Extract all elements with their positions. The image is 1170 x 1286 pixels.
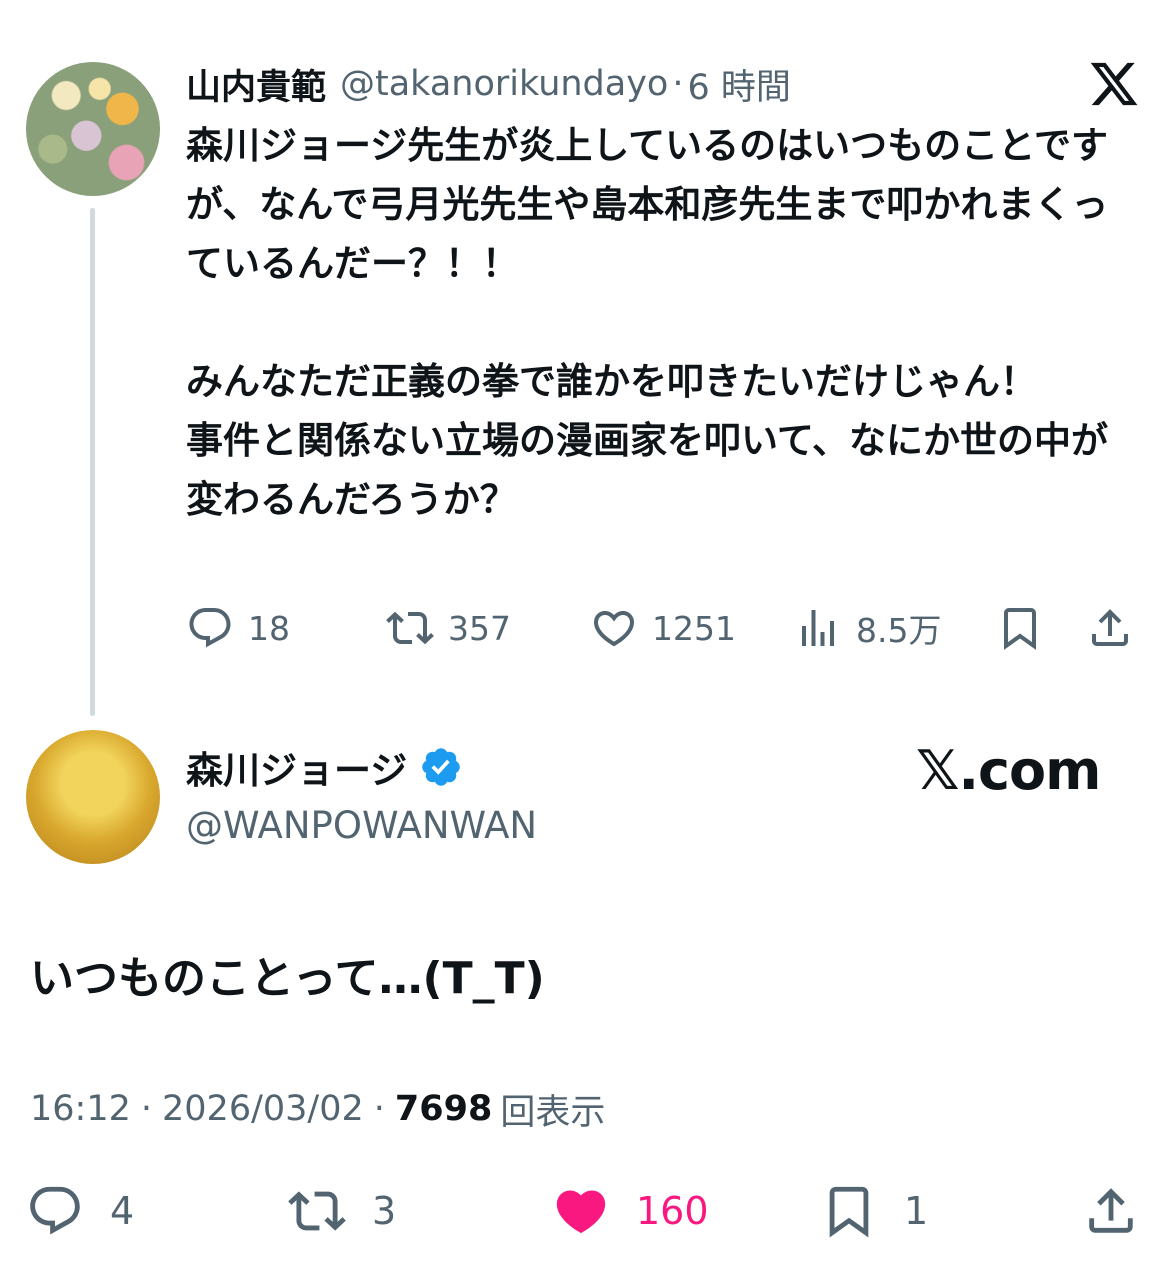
verified-badge-icon <box>422 748 461 786</box>
parent-repost-button[interactable]: 357 <box>386 598 511 658</box>
parent-share-button[interactable] <box>1086 598 1148 658</box>
parent-reply-count: 18 <box>248 608 290 648</box>
main-tweet-text: いつものことって…(T_T) <box>30 953 545 1004</box>
repost-count: 3 <box>372 1189 397 1233</box>
parent-repost-count: 357 <box>448 608 511 648</box>
bookmark-count: 1 <box>904 1189 929 1233</box>
tweet-view-count: 7698 <box>394 1089 493 1129</box>
main-author-name[interactable]: 森川ジョージ <box>186 740 407 794</box>
like-count: 160 <box>636 1189 709 1233</box>
meta-dot: · <box>373 1089 385 1129</box>
tweet-time[interactable]: 16:12 <box>30 1089 131 1129</box>
x-logo-icon <box>1090 62 1138 106</box>
x-com-label: 𝕏.com <box>916 738 1101 802</box>
parent-tweet-header: 山内貴範 @takanorikundayo · 6 時間 <box>186 60 791 108</box>
parent-views-button[interactable]: 8.5万 <box>794 598 941 658</box>
parent-time-ago[interactable]: 6 時間 <box>688 59 791 110</box>
parent-view-count: 8.5万 <box>856 611 942 650</box>
repost-icon <box>288 1191 346 1231</box>
reply-button[interactable]: 4 <box>26 1178 134 1244</box>
main-author-avatar[interactable] <box>26 730 160 864</box>
share-button[interactable] <box>1082 1178 1166 1244</box>
main-tweet-actions: 4 3 160 1 <box>26 1178 1156 1244</box>
parent-reply-button[interactable]: 18 <box>186 598 290 658</box>
bookmark-icon <box>829 1186 869 1238</box>
heart-icon <box>593 611 635 647</box>
analytics-icon <box>802 610 834 646</box>
parent-tweet-text: 森川ジョージ先生が炎上しているのはいつものことですが、なんで弓月光先生や島本和彦… <box>186 124 1109 521</box>
like-button[interactable]: 160 <box>552 1178 709 1244</box>
reply-icon <box>189 608 231 648</box>
main-author-name-row: 森川ジョージ <box>186 740 463 794</box>
tweet-date[interactable]: 2026/03/02 <box>162 1089 364 1129</box>
parent-bookmark-button[interactable] <box>996 598 1058 658</box>
meta-dot: · <box>140 1089 153 1129</box>
repost-icon <box>386 611 434 645</box>
reply-count: 4 <box>110 1189 135 1233</box>
parent-author-name[interactable]: 山内貴範 <box>186 59 326 110</box>
parent-tweet-actions: 18 357 1251 8.5万 <box>186 598 1146 658</box>
share-icon <box>1089 1188 1133 1233</box>
thread-connector-line <box>90 208 95 716</box>
share-icon <box>1092 609 1128 646</box>
bookmark-icon <box>1004 608 1036 650</box>
reply-icon <box>30 1186 80 1235</box>
parent-like-button[interactable]: 1251 <box>590 598 736 658</box>
header-separator: · <box>672 64 684 104</box>
main-tweet-meta: 16:12 · 2026/03/02 · 7698 回表示 <box>30 1084 605 1134</box>
tweet-view-label: 回表示 <box>500 1092 606 1133</box>
heart-icon <box>556 1190 606 1234</box>
repost-button[interactable]: 3 <box>288 1178 396 1244</box>
parent-author-handle[interactable]: @takanorikundayo <box>340 64 668 104</box>
bookmark-button[interactable]: 1 <box>820 1178 928 1244</box>
main-author-handle[interactable]: @WANPOWANWAN <box>186 800 537 850</box>
parent-author-avatar[interactable] <box>26 62 160 196</box>
parent-like-count: 1251 <box>652 608 736 648</box>
